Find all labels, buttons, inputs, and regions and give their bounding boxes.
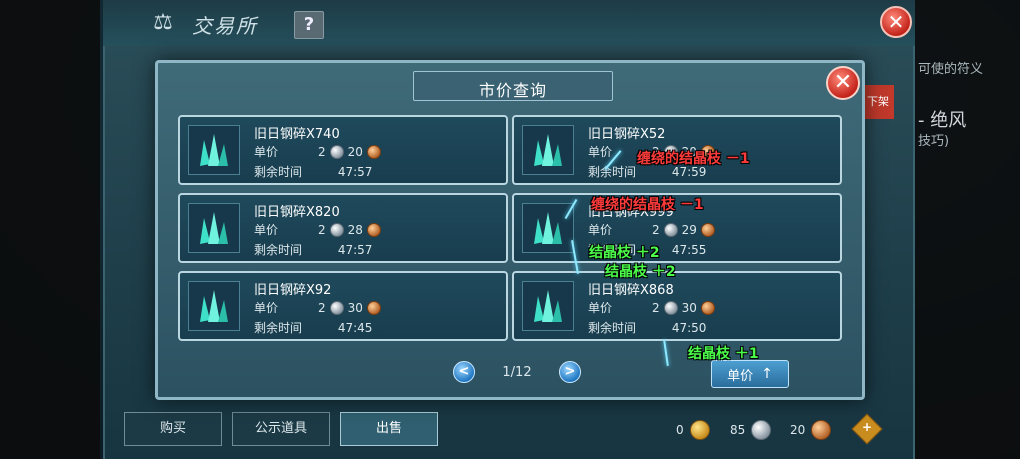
sort-by-price-button[interactable]: 单价 ↑: [711, 360, 789, 388]
bg-text-2: - 绝风: [918, 110, 967, 131]
listing-name: 旧日钢碎X740: [254, 127, 340, 142]
price-label: 单价: [254, 301, 279, 315]
listing-name: 旧日钢碎X868: [588, 283, 674, 298]
listing-card[interactable]: 旧日钢碎X820 单价 2 28 剩余时间 47:57: [178, 193, 508, 263]
bronze-price: 29: [681, 222, 697, 237]
tab-sell[interactable]: 出售: [340, 412, 438, 446]
silver-price: 2: [652, 300, 660, 315]
currency-gold: 0: [676, 420, 710, 440]
listing-card[interactable]: 旧日钢碎X868 单价 2 30 剩余时间 47:50: [512, 271, 842, 341]
crystal-item-icon: [522, 125, 574, 175]
time-remaining: 47:57: [337, 243, 373, 257]
time-label: 剩余时间: [254, 321, 303, 335]
silver-coin-icon: [663, 300, 678, 315]
price-label: 单价: [254, 223, 279, 237]
bronze-price: 30: [681, 300, 697, 315]
time-remaining: 47:45: [337, 321, 373, 335]
prev-page-button[interactable]: <: [453, 361, 475, 383]
listing-price: 单价 2 30: [588, 299, 715, 316]
crystal-item-icon: [188, 125, 240, 175]
bronze-amount: 20: [790, 423, 806, 437]
scale-icon: ⚖: [153, 10, 173, 35]
dialog-title-frame: 市价查询: [413, 71, 613, 101]
time-remaining: 47:55: [671, 243, 707, 257]
item-gain-notice: 结晶枝 ＋1: [688, 346, 759, 362]
silver-price: 2: [318, 300, 326, 315]
gold-coin-icon: [689, 420, 710, 440]
item-gain-notice: 结晶枝 ＋2: [605, 264, 676, 280]
listing-name: 旧日钢碎X52: [588, 127, 666, 142]
price-label: 单价: [254, 145, 279, 159]
listing-time: 剩余时间 47:57: [254, 163, 372, 180]
page-indicator: 1/12: [502, 364, 532, 380]
bronze-price: 20: [347, 144, 363, 159]
crystal-item-icon: [522, 281, 574, 331]
silver-coin-icon: [329, 300, 344, 315]
time-remaining: 47:50: [671, 321, 707, 335]
bronze-coin-icon: [366, 300, 381, 315]
exchange-title: 交易所: [192, 14, 258, 38]
bronze-coin-icon: [700, 300, 715, 315]
next-page-button[interactable]: >: [559, 361, 581, 383]
bronze-price: 28: [347, 222, 363, 237]
price-label: 单价: [588, 223, 613, 237]
item-loss-notice: 缠绕的结晶枝 －1: [591, 197, 704, 213]
close-dialog-button[interactable]: ✕: [826, 66, 860, 100]
time-label: 剩余时间: [254, 243, 303, 257]
gold-amount: 0: [676, 423, 684, 437]
silver-coin-icon: [329, 222, 344, 237]
close-exchange-button[interactable]: ✕: [880, 6, 912, 38]
crystal-item-icon: [522, 203, 574, 253]
bronze-coin-icon: [811, 420, 832, 440]
listing-time: 剩余时间 47:57: [254, 241, 372, 258]
bronze-coin-icon: [700, 222, 715, 237]
silver-price: 2: [318, 144, 326, 159]
delist-button[interactable]: 下架: [862, 85, 894, 119]
silver-price: 2: [318, 222, 326, 237]
bg-text-1: 可使的符义: [918, 62, 984, 77]
listing-time: 剩余时间 47:50: [588, 319, 706, 336]
silver-coin-icon: [751, 420, 772, 440]
exchange-tabs: 购买 公示道具 出售: [124, 412, 438, 446]
listing-card[interactable]: 旧日钢碎X740 单价 2 20 剩余时间 47:57: [178, 115, 508, 185]
pagination: < 1/12 >: [453, 361, 581, 383]
listing-card[interactable]: 旧日钢碎X92 单价 2 30 剩余时间 47:45: [178, 271, 508, 341]
help-button[interactable]: ?: [294, 11, 324, 39]
listing-name: 旧日钢碎X92: [254, 283, 332, 298]
bronze-coin-icon: [366, 222, 381, 237]
time-remaining: 47:57: [337, 165, 373, 179]
tab-buy[interactable]: 购买: [124, 412, 222, 446]
crystal-item-icon: [188, 281, 240, 331]
item-gain-notice: 结晶枝 ＋2: [589, 245, 660, 261]
silver-coin-icon: [329, 144, 344, 159]
silver-coin-icon: [663, 222, 678, 237]
bronze-price: 30: [347, 300, 363, 315]
listing-price: 单价 2 28: [254, 221, 381, 238]
silver-amount: 85: [730, 423, 746, 437]
currency-bronze: 20: [790, 420, 832, 440]
listing-price: 单价 2 20: [254, 143, 381, 160]
silver-price: 2: [652, 222, 660, 237]
dialog-title: 市价查询: [478, 81, 547, 100]
time-label: 剩余时间: [254, 165, 303, 179]
bronze-coin-icon: [366, 144, 381, 159]
price-label: 单价: [588, 301, 613, 315]
bg-text-3: 技巧): [918, 134, 950, 149]
left-edge: [0, 0, 100, 459]
item-loss-notice: 缠绕的结晶枝 －1: [637, 151, 750, 167]
crystal-item-icon: [188, 203, 240, 253]
listing-price: 单价 2 29: [588, 221, 715, 238]
tab-public-items[interactable]: 公示道具: [232, 412, 330, 446]
currency-silver: 85: [730, 420, 772, 440]
add-currency-button[interactable]: +: [851, 413, 883, 445]
sort-up-icon: ↑: [761, 366, 773, 382]
time-label: 剩余时间: [588, 321, 637, 335]
add-icon: +: [862, 420, 873, 434]
listing-price: 单价 2 30: [254, 299, 381, 316]
sort-label: 单价: [727, 368, 754, 384]
listing-time: 剩余时间 47:45: [254, 319, 372, 336]
listing-name: 旧日钢碎X820: [254, 205, 340, 220]
